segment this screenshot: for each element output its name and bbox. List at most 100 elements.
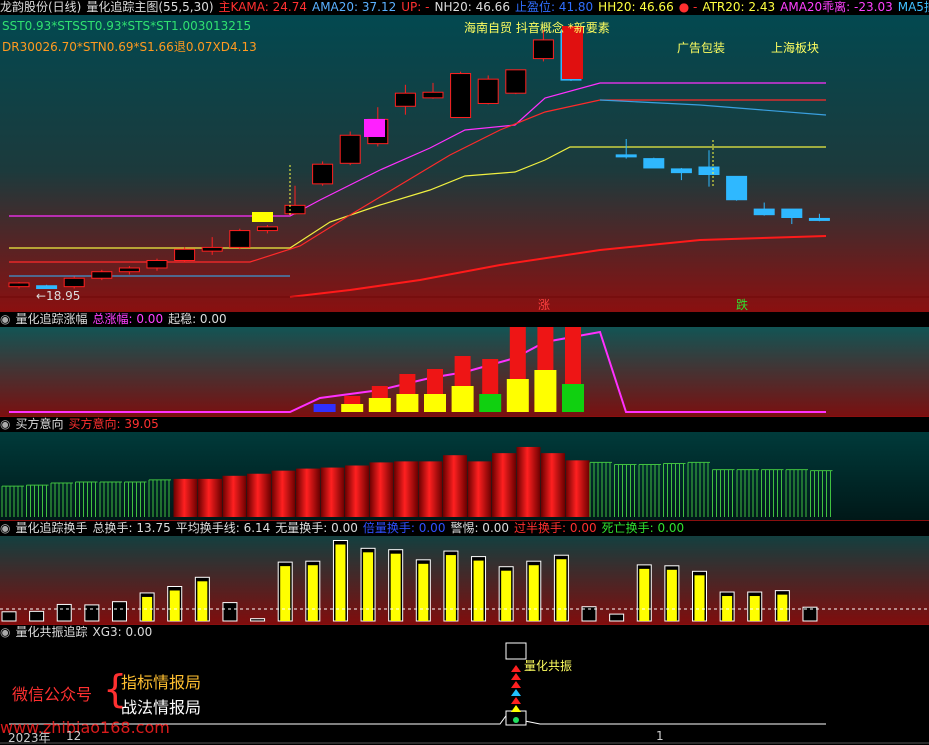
gain-title: 量化追踪涨幅 [15,312,88,326]
tag-douyin: 抖音概念 [515,21,564,35]
candle-body [726,175,748,201]
wechat-label: 微信公众号 [12,685,93,704]
candle-body [450,73,472,118]
promo-item-1: 指标情报局 [121,673,202,692]
buyer-bar [222,475,247,517]
gain-stable: 起稳: 0.00 [168,312,227,326]
buyer-bar [320,467,345,517]
buyer-chart [0,417,929,520]
buyer-bar [516,446,541,517]
candle-body [808,217,830,221]
candle-body [670,168,692,174]
gain-bar-top [482,359,499,394]
tag-ad-packaging: 广告包装 [677,41,726,55]
turnover-bar-fill [445,555,456,621]
low-price-label: ←18.95 [36,289,81,303]
gain-bar [451,386,474,412]
turnover-total: 总换手: 13.75 [92,521,171,535]
gain-bar-top [371,386,388,398]
buyer-bar [565,460,590,517]
buyer-header: ◉ 买方意向 买方意向: 39.05 [0,417,929,432]
buyer-bar [541,453,565,517]
candle-body [339,134,361,164]
candle-body [118,267,140,273]
gain-bar-top [509,324,526,379]
buyer-title: 买方意向 [15,417,64,431]
candle-body [229,230,251,248]
resonance-xg3: XG3: 0.00 [92,625,153,639]
turnover-avg: 平均换手线: 6.14 [175,521,271,535]
candle-body [615,154,637,158]
turnover-chart [0,521,929,624]
gain-bar [506,379,529,412]
turnover-bar-fill [777,594,788,621]
resonance-label: 量化共振 [524,659,573,673]
gain-bar [396,394,419,412]
turnover-bar-fill [307,565,318,621]
buyer-bar [443,455,467,517]
collapse-icon[interactable]: ◉ [0,417,10,431]
candle-body [505,69,527,94]
turnover-bar-fill [556,559,567,621]
turnover-bar [1,611,17,622]
turnover-death: 死亡换手: 0.00 [601,521,685,535]
gain-pane[interactable]: ◉ 量化追踪涨幅 总涨幅: 0.00 起稳: 0.00 [0,312,929,416]
turnover-header: ◉ 量化追踪换手 总换手: 13.75 平均换手线: 6.14 无量换手: 0.00 倍量… [0,521,929,536]
buyer-pane[interactable]: ◉ 买方意向 买方意向: 39.05 [0,417,929,520]
yellow-highlight-candle [252,212,273,222]
buyer-value: 买方意向: 39.05 [68,417,159,431]
magenta-highlight-candle [364,119,385,137]
promo-item-2: 战法情报局 [121,698,202,717]
turnover-pane[interactable]: ◉ 量化追踪换手 总换手: 13.75 平均换手线: 6.14 无量换手: 0.00 倍量… [0,521,929,624]
month-label-1: 1 [656,729,664,743]
header-item-11: MA5抵扣 [897,0,929,14]
concept-tags: 海南自贸 抖音概念 *新要素 [464,19,610,36]
turnover-bar [250,618,266,622]
turnover-half: 过半换手: 0.00 [514,521,597,535]
turnover-bar-fill [335,544,346,621]
turnover-bar-fill [390,553,401,621]
month-label-12: 12 [66,729,82,743]
candle-body [256,226,278,232]
resonance-header: ◉ 量化共振追踪 XG3: 0.00 [0,625,929,640]
header-item-1: 量化追踪主图(55,5,30) [86,0,214,14]
candle-body [422,91,444,99]
buyer-bar [198,478,222,517]
gain-bar-top [344,396,361,404]
collapse-icon[interactable]: ◉ [0,625,10,639]
gain-bar-top [399,374,416,394]
header-item-6: 止盈位: 41.80 [514,0,594,14]
candle-body [284,204,306,215]
header-item-9: ATR20: 2.43 [702,0,776,14]
turnover-bar-fill [639,568,650,621]
turnover-bar-fill [280,566,291,621]
collapse-icon[interactable]: ◉ [0,312,10,326]
collapse-icon[interactable]: ◉ [0,521,10,535]
main-chart-pane[interactable]: 龙韵股份(日线) 量化追踪主图(55,5,30) 主KAMA: 24.74 AMA20… [0,0,929,311]
header-item-3: AMA20: 37.12 [311,0,397,14]
turnover-bar [111,601,127,622]
turnover-bar-fill [473,560,484,621]
buyer-bar [418,461,443,517]
candle-body [643,158,665,169]
buyer-bar [492,453,516,517]
resonance-pane[interactable]: ◉ 量化共振追踪 XG3: 0.00 量化共振 微信公众号 { 指标情报局 战法情报… [0,625,929,745]
gain-bar [562,384,584,412]
gain-bar [368,398,391,412]
main-indicator-header: 龙韵股份(日线) 量化追踪主图(55,5,30) 主KAMA: 24.74 AMA20… [0,0,929,15]
candle-body [146,259,168,269]
header-item-10: AMA20乖离: -23.03 [780,0,893,14]
turnover-bar-fill [363,552,374,621]
buyer-bar [247,473,271,517]
header-item-8: ● - [678,0,698,14]
turnover-warn: 警惕: 0.00 [450,521,510,535]
turnover-bar [222,602,238,622]
gain-bar [313,404,336,412]
gain-chart [0,312,929,416]
buyer-bar [394,461,418,517]
fall-marker: 跌 [736,298,749,311]
candle-body [201,246,223,252]
gain-total: 总涨幅: 0.00 [92,312,164,326]
gain-bar-top [427,369,443,394]
buyer-bar [369,462,394,517]
